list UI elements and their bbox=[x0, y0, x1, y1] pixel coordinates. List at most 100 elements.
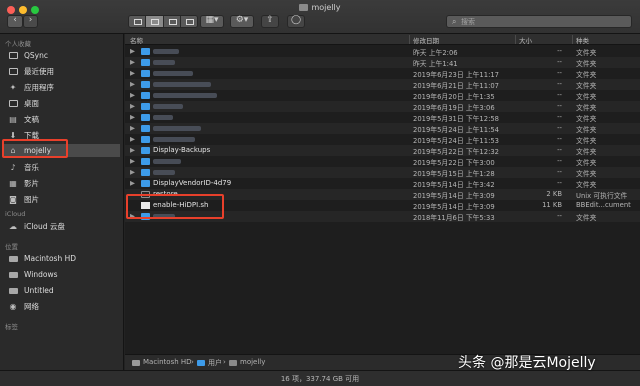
file-date: 昨天 上午2:06 bbox=[413, 49, 458, 57]
folder-icon bbox=[141, 180, 150, 187]
table-row[interactable]: ▶ 昨天 上午2:06 -- 文件夹 bbox=[125, 46, 640, 57]
file-size: -- bbox=[557, 135, 562, 143]
search-icon: ⌕ bbox=[452, 17, 457, 26]
view-mode-segmented-control bbox=[128, 15, 198, 28]
status-text: 16 项，337.74 GB 可用 bbox=[280, 375, 360, 383]
redacted-name bbox=[153, 71, 193, 76]
sidebar-item-icloud-drive[interactable]: ☁ iCloud 云盘 bbox=[4, 220, 120, 233]
file-date: 2019年6月20日 上午1:35 bbox=[413, 93, 495, 101]
sidebar-section-locations: 位置 bbox=[5, 243, 18, 251]
file-kind: 文件夹 bbox=[576, 148, 597, 156]
column-header-date[interactable]: 修改日期 bbox=[413, 35, 439, 45]
file-kind: 文件夹 bbox=[576, 93, 597, 101]
tags-button[interactable]: ◯ bbox=[287, 15, 305, 28]
table-row[interactable]: ▶ 2019年5月15日 上午1:28 -- 文件夹 bbox=[125, 167, 640, 178]
path-item-macintosh-hd[interactable]: Macintosh HD bbox=[143, 358, 192, 366]
sidebar-item-untitled[interactable]: Untitled bbox=[4, 284, 120, 297]
grid-dropdown-icon: ▦▾ bbox=[205, 15, 219, 25]
file-name: Display-Backups bbox=[153, 146, 211, 154]
table-row[interactable]: ▶ 2019年6月19日 上午3:06 -- 文件夹 bbox=[125, 101, 640, 112]
disclosure-triangle-icon[interactable]: ▶ bbox=[130, 91, 135, 99]
sidebar-item-applications[interactable]: ✦ 应用程序 bbox=[4, 81, 120, 94]
disclosure-triangle-icon[interactable]: ▶ bbox=[130, 69, 135, 77]
sidebar-item-qsync[interactable]: QSync bbox=[4, 49, 120, 62]
column-divider[interactable] bbox=[572, 35, 573, 44]
file-size: 2 KB bbox=[546, 190, 562, 198]
folder-icon bbox=[141, 125, 150, 132]
table-row[interactable]: ▶ 2019年6月20日 上午1:35 -- 文件夹 bbox=[125, 90, 640, 101]
file-size: -- bbox=[557, 91, 562, 99]
sidebar-item-documents[interactable]: ▤ 文稿 bbox=[4, 113, 120, 126]
sidebar-section-icloud: iCloud bbox=[5, 210, 26, 218]
disclosure-triangle-icon[interactable]: ▶ bbox=[130, 157, 135, 165]
file-size: -- bbox=[557, 69, 562, 77]
list-icon bbox=[151, 19, 160, 25]
table-row[interactable]: ▶ 2019年5月24日 上午11:54 -- 文件夹 bbox=[125, 123, 640, 134]
disk-icon bbox=[8, 254, 18, 264]
file-kind: 文件夹 bbox=[576, 170, 597, 178]
list-view-button[interactable] bbox=[146, 16, 164, 27]
redacted-name bbox=[153, 82, 211, 87]
disclosure-triangle-icon[interactable]: ▶ bbox=[130, 124, 135, 132]
action-button[interactable]: ⚙▾ bbox=[230, 15, 254, 28]
applications-icon: ✦ bbox=[9, 83, 17, 92]
file-kind: 文件夹 bbox=[576, 71, 597, 79]
file-kind: 文件夹 bbox=[576, 104, 597, 112]
search-input[interactable] bbox=[461, 16, 626, 27]
column-divider[interactable] bbox=[409, 35, 410, 44]
disclosure-triangle-icon[interactable]: ▶ bbox=[130, 102, 135, 110]
disclosure-triangle-icon[interactable]: ▶ bbox=[130, 179, 135, 187]
window-title-text: mojelly bbox=[311, 3, 341, 12]
pictures-icon: ◙ bbox=[9, 195, 17, 204]
path-item-users[interactable]: 用户 bbox=[208, 358, 222, 368]
table-row[interactable]: ▶ 2019年5月31日 下午12:58 -- 文件夹 bbox=[125, 112, 640, 123]
file-size: -- bbox=[557, 80, 562, 88]
disclosure-triangle-icon[interactable]: ▶ bbox=[130, 113, 135, 121]
column-header-kind[interactable]: 种类 bbox=[576, 35, 589, 45]
back-button[interactable]: ‹ bbox=[7, 15, 23, 28]
disclosure-triangle-icon[interactable]: ▶ bbox=[130, 168, 135, 176]
forward-button[interactable]: › bbox=[23, 15, 38, 28]
disclosure-triangle-icon[interactable]: ▶ bbox=[130, 146, 135, 154]
search-field[interactable]: ⌕ bbox=[446, 15, 632, 28]
sidebar-item-macintosh-hd[interactable]: Macintosh HD bbox=[4, 252, 120, 265]
table-row[interactable]: ▶ 2019年6月21日 上午11:07 -- 文件夹 bbox=[125, 79, 640, 90]
column-header-size[interactable]: 大小 bbox=[519, 35, 532, 45]
sidebar-item-windows[interactable]: Windows bbox=[4, 268, 120, 281]
chevron-right-icon: › bbox=[28, 15, 33, 25]
icon-view-button[interactable] bbox=[129, 16, 147, 27]
gear-icon: ⚙▾ bbox=[235, 15, 249, 25]
folder-icon bbox=[141, 48, 150, 55]
path-item-mojelly[interactable]: mojelly bbox=[240, 358, 265, 366]
table-row[interactable]: ▶ 2019年5月24日 上午11:53 -- 文件夹 bbox=[125, 134, 640, 145]
sidebar-item-recents[interactable]: 最近使用 bbox=[4, 65, 120, 78]
column-divider[interactable] bbox=[515, 35, 516, 44]
disclosure-triangle-icon[interactable]: ▶ bbox=[130, 135, 135, 143]
table-row[interactable]: ▶ 昨天 上午1:41 -- 文件夹 bbox=[125, 57, 640, 68]
gallery-view-button[interactable] bbox=[180, 16, 197, 27]
disclosure-triangle-icon[interactable]: ▶ bbox=[130, 58, 135, 66]
group-by-button[interactable]: ▦▾ bbox=[200, 15, 224, 28]
movies-icon: ▦ bbox=[9, 179, 17, 188]
disk-icon bbox=[8, 270, 18, 280]
file-date: 2019年6月19日 上午3:06 bbox=[413, 104, 495, 112]
sidebar-item-pictures[interactable]: ◙ 图片 bbox=[4, 193, 120, 206]
share-icon: ⇪ bbox=[266, 15, 274, 25]
column-view-button[interactable] bbox=[163, 16, 181, 27]
file-size: -- bbox=[557, 146, 562, 154]
redacted-name bbox=[153, 60, 175, 65]
table-row[interactable]: ▶ Display-Backups 2019年5月22日 下午12:32 -- 文件夹 bbox=[125, 145, 640, 156]
sidebar-item-desktop[interactable]: 桌面 bbox=[4, 97, 120, 110]
sidebar-item-music[interactable]: ♪ 音乐 bbox=[4, 161, 120, 174]
table-row[interactable]: ▶ 2019年5月22日 下午3:00 -- 文件夹 bbox=[125, 156, 640, 167]
share-button[interactable]: ⇪ bbox=[261, 15, 279, 28]
sidebar-item-network[interactable]: ◉ 网络 bbox=[4, 300, 120, 313]
table-row[interactable]: ▶ DisplayVendorID-4d79 2019年5月14日 上午3:42 --… bbox=[125, 178, 640, 189]
table-row[interactable]: ▶ 2019年6月23日 上午11:17 -- 文件夹 bbox=[125, 68, 640, 79]
sidebar-item-movies[interactable]: ▦ 影片 bbox=[4, 177, 120, 190]
toolbar: mojelly ‹ › ▦▾ ⚙▾ ⇪ ◯ ⌕ bbox=[0, 0, 640, 34]
file-kind: 文件夹 bbox=[576, 126, 597, 134]
column-header-name[interactable]: 名称 bbox=[130, 35, 143, 45]
disclosure-triangle-icon[interactable]: ▶ bbox=[130, 80, 135, 88]
disclosure-triangle-icon[interactable]: ▶ bbox=[130, 47, 135, 55]
